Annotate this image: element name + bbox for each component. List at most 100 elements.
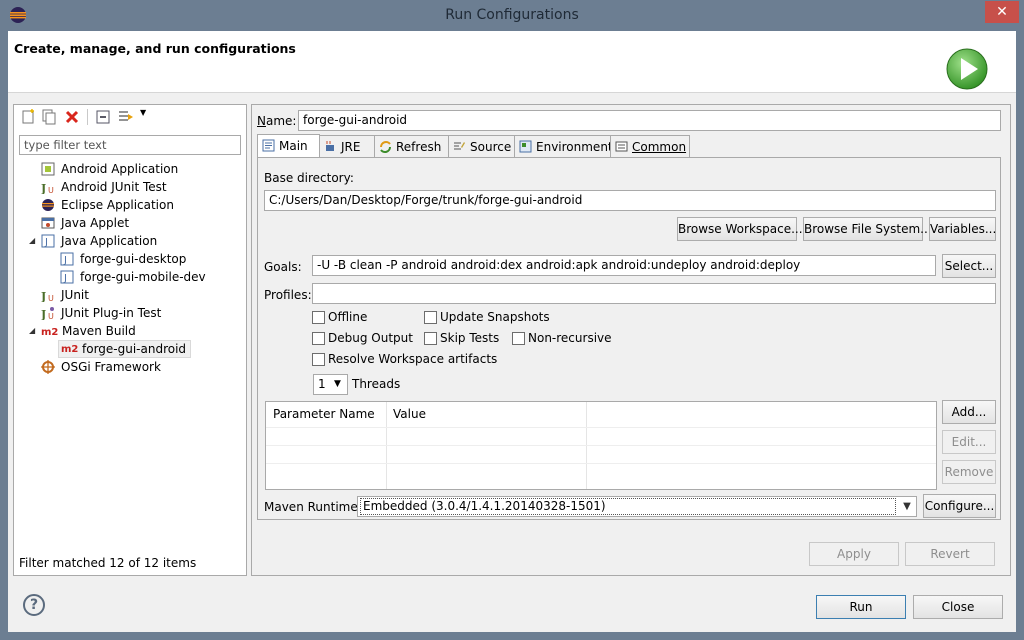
help-icon[interactable]: ? <box>23 594 45 616</box>
svg-text:J: J <box>41 182 46 194</box>
tab-refresh[interactable]: Refresh <box>374 135 449 158</box>
select-goals-button[interactable]: Select... <box>942 254 996 278</box>
tree-item-osgi-framework[interactable]: OSGi Framework <box>41 358 161 376</box>
svg-text:J: J <box>41 308 46 320</box>
tab-environment[interactable]: Environment <box>514 135 613 158</box>
svg-text:U: U <box>48 312 54 320</box>
configure-button[interactable]: Configure... <box>923 494 996 518</box>
new-config-icon[interactable] <box>20 109 36 125</box>
tree-item-android-application[interactable]: Android Application <box>41 160 178 178</box>
tree-item-android-junit-test[interactable]: J U Android JUnit Test <box>41 178 167 196</box>
offline-label: Offline <box>328 310 368 324</box>
svg-text:J: J <box>44 237 48 248</box>
base-dir-label: Base directory: <box>264 171 354 185</box>
filter-input[interactable] <box>19 135 241 155</box>
apply-button[interactable]: Apply <box>809 542 899 566</box>
duplicate-config-icon[interactable] <box>41 109 57 125</box>
resolve-workspace-checkbox[interactable] <box>312 353 325 366</box>
tree-item-forge-gui-desktop[interactable]: Jforge-gui-desktop <box>60 250 186 268</box>
osgi-icon <box>41 359 55 374</box>
tree-item-label: Android JUnit Test <box>61 180 167 194</box>
name-input[interactable]: forge-gui-android <box>298 110 1001 131</box>
tab-jre[interactable]: JRE <box>319 135 375 158</box>
source-tab-icon <box>454 142 465 150</box>
java-config-icon: J <box>60 270 74 284</box>
tree-item-maven-build[interactable]: m2 Maven Build <box>41 322 136 340</box>
dialog-header: Create, manage, and run configurations <box>8 31 1016 93</box>
column-header-value[interactable]: Value <box>393 407 426 421</box>
edit-parameter-button[interactable]: Edit... <box>942 430 996 454</box>
tree-item-forge-gui-mobile-dev[interactable]: Jforge-gui-mobile-dev <box>60 268 206 286</box>
tree-item-label: JUnit Plug-in Test <box>61 306 162 320</box>
parameters-table[interactable]: Parameter Name Value <box>265 401 937 490</box>
tree-item-label: forge-gui-desktop <box>80 252 187 266</box>
window-close-button[interactable]: ✕ <box>985 1 1019 23</box>
offline-checkbox[interactable] <box>312 311 325 324</box>
delete-config-icon[interactable] <box>64 109 80 125</box>
common-tab-icon <box>615 141 628 152</box>
skip-tests-label: Skip Tests <box>440 331 500 345</box>
dialog-body: Create, manage, and run configurations ▼… <box>8 31 1016 632</box>
skip-tests-checkbox[interactable] <box>424 332 437 345</box>
title-bar: Run Configurations ✕ <box>0 0 1024 31</box>
update-snapshots-checkbox[interactable] <box>424 311 437 324</box>
tree-item-label: Maven Build <box>62 324 136 338</box>
tree-item-junit[interactable]: J U JUnit <box>41 286 89 304</box>
chevron-down-icon[interactable]: ▼ <box>898 497 916 516</box>
tree-item-label: Java Application <box>61 234 158 248</box>
java-config-icon: J <box>60 252 74 266</box>
tab-main[interactable]: Main <box>257 134 320 159</box>
add-parameter-button[interactable]: Add... <box>942 400 996 424</box>
profiles-input[interactable] <box>312 283 996 304</box>
browse-file-system-button[interactable]: Browse File System... <box>803 217 932 241</box>
run-banner-icon <box>946 48 988 90</box>
expand-maven-build-icon[interactable]: ◢ <box>29 326 35 335</box>
revert-button[interactable]: Revert <box>905 542 995 566</box>
junit-plugin-icon: JU <box>41 306 54 320</box>
run-button[interactable]: Run <box>816 595 906 619</box>
tree-item-label: OSGi Framework <box>61 360 161 374</box>
header-title: Create, manage, and run configurations <box>14 41 296 56</box>
java-app-icon: J <box>41 234 55 248</box>
tree-item-label: Java Applet <box>61 216 130 230</box>
tab-source[interactable]: Source <box>448 135 515 158</box>
threads-select[interactable]: 1 ▼ <box>313 374 348 395</box>
collapse-all-icon[interactable] <box>95 109 111 125</box>
remove-parameter-button[interactable]: Remove <box>942 460 996 484</box>
close-button[interactable]: Close <box>913 595 1003 619</box>
debug-output-checkbox[interactable] <box>312 332 325 345</box>
expand-java-app-icon[interactable]: ◢ <box>29 236 35 245</box>
maven-runtime-select[interactable]: Embedded (3.0.4/1.4.1.20140328-1501) <box>357 496 917 517</box>
chevron-down-icon: ▼ <box>334 379 341 389</box>
row-divider <box>266 463 936 464</box>
row-divider <box>266 427 936 428</box>
browse-workspace-button[interactable]: Browse Workspace... <box>677 217 803 241</box>
tree-item-junit-plugin-test[interactable]: J U JUnit Plug-in Test <box>41 304 161 322</box>
goals-input[interactable]: -U -B clean -P android android:dex andro… <box>312 255 936 276</box>
profiles-label: Profiles: <box>264 288 312 302</box>
tree-item-java-applet[interactable]: Java Applet <box>41 214 129 232</box>
debug-output-label: Debug Output <box>328 331 413 345</box>
tree-item-java-application[interactable]: J Java Application <box>41 232 157 250</box>
name-label: Name: <box>257 114 297 128</box>
non-recursive-checkbox[interactable] <box>512 332 525 345</box>
threads-label: Threads <box>352 377 401 391</box>
config-tree-panel: ▼ Android Application JUAndroid JUnit Te… <box>13 104 247 576</box>
tree-item-eclipse-application[interactable]: Eclipse Application <box>41 196 174 214</box>
tab-common[interactable]: Common <box>610 135 690 158</box>
tree-item-label: forge-gui-android <box>82 342 187 356</box>
svg-text:J: J <box>63 255 67 266</box>
junit-icon: JU <box>41 182 54 194</box>
column-header-parameter-name[interactable]: Parameter Name <box>273 407 375 421</box>
filter-configs-icon[interactable] <box>118 109 134 125</box>
update-snapshots-label: Update Snapshots <box>440 310 550 324</box>
refresh-tab-icon <box>380 141 391 153</box>
maven-icon: m2 <box>41 326 59 338</box>
tree-item-forge-gui-android-selected[interactable]: m2 forge-gui-android <box>58 340 192 358</box>
goals-label: Goals: <box>264 260 302 274</box>
variables-button[interactable]: Variables... <box>929 217 996 241</box>
filter-status-text: Filter matched 12 of 12 items <box>19 556 197 570</box>
base-dir-input[interactable]: C:/Users/Dan/Desktop/Forge/trunk/forge-g… <box>264 190 996 211</box>
environment-tab-icon <box>519 140 532 153</box>
filter-dropdown-icon[interactable]: ▼ <box>140 108 146 117</box>
